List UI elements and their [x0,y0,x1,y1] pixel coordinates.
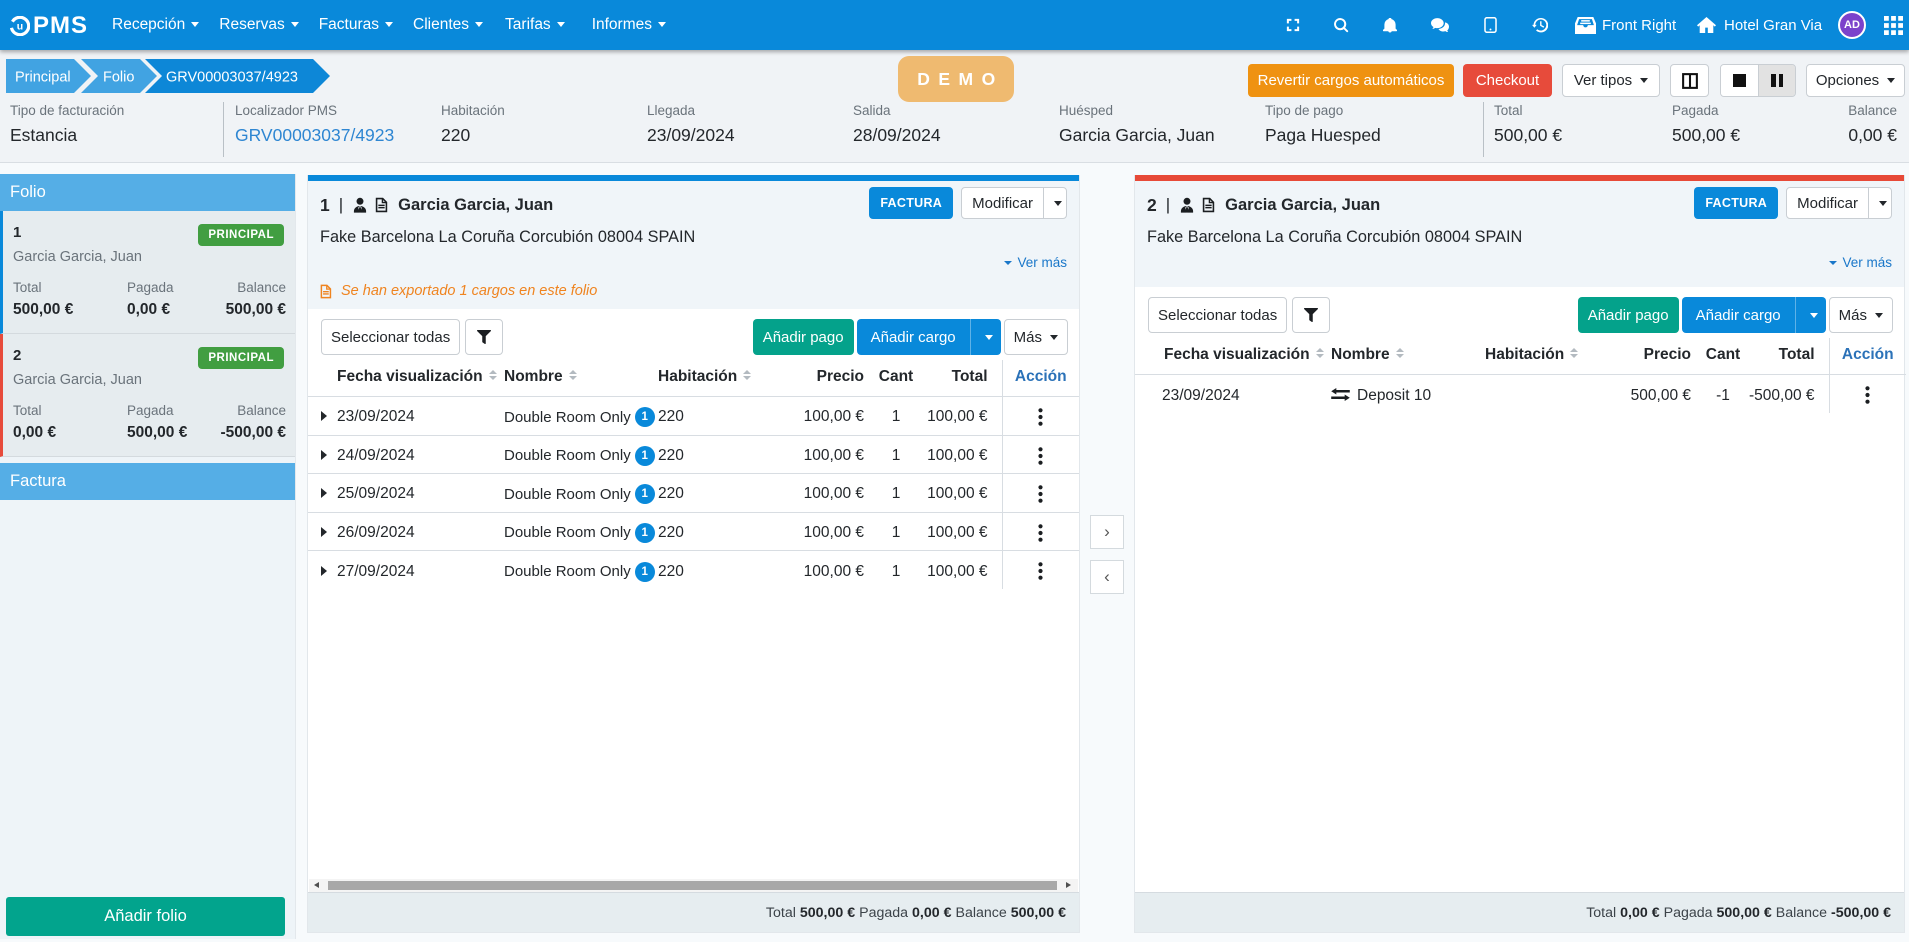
svg-text:Principal: Principal [15,70,71,86]
svg-text:GRV00003037/4923: GRV00003037/4923 [166,70,298,86]
svg-text:Folio: Folio [103,70,134,86]
